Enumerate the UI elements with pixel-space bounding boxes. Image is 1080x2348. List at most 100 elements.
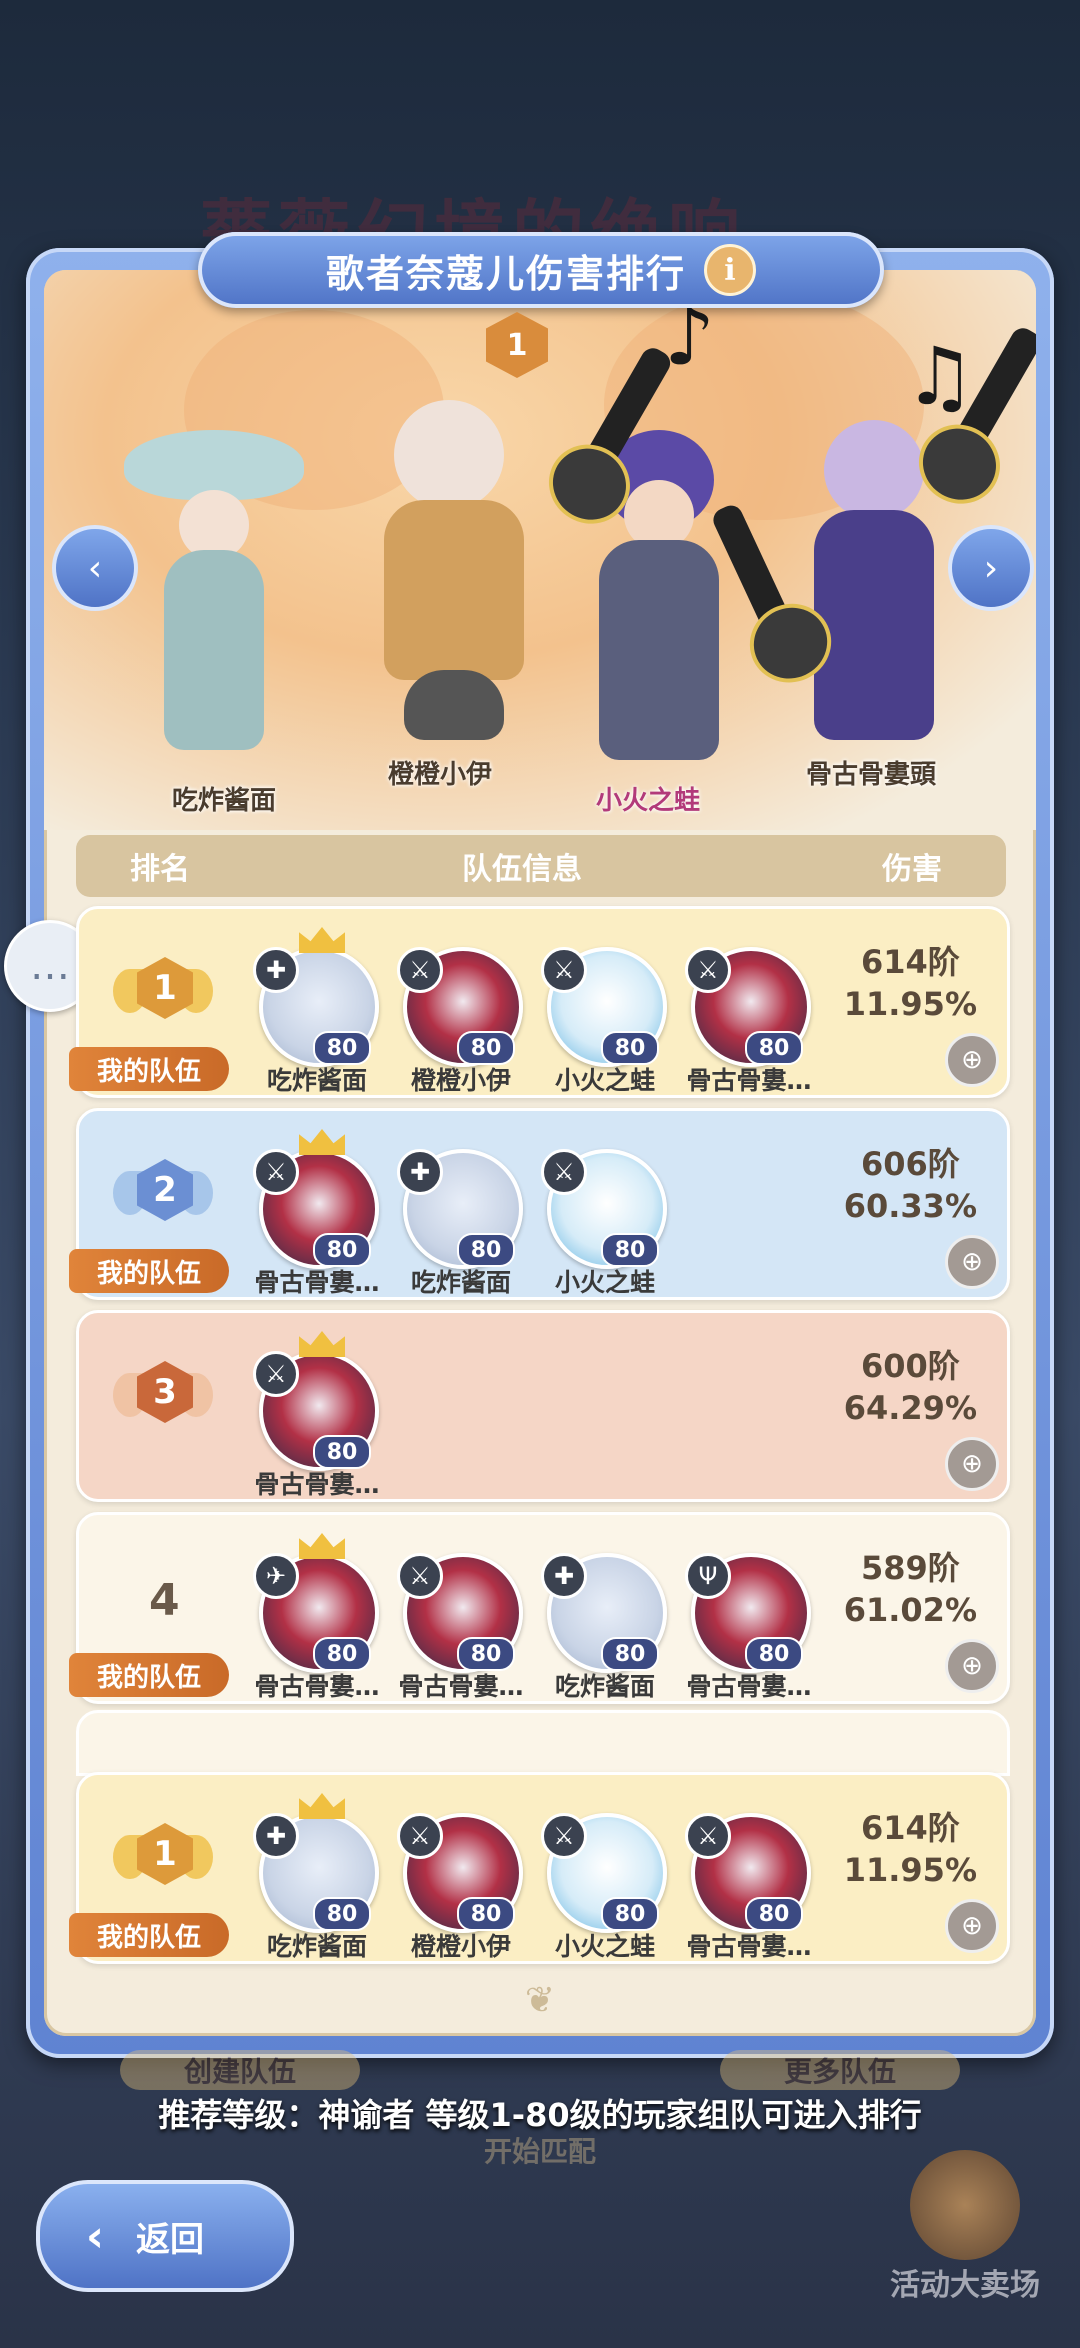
zoom-in-icon[interactable]: ⊕ [945, 1639, 999, 1693]
level-badge: 80 [745, 1637, 803, 1671]
my-team-tag: 我的队伍 [69, 1047, 229, 1091]
damage-percent: 60.33% [843, 1187, 977, 1225]
damage-tier: 600阶 [860, 1347, 960, 1385]
damage-value: 614阶 11.95% [844, 1807, 977, 1891]
character-figure-2[interactable] [364, 400, 534, 740]
character-figure-1[interactable] [124, 430, 304, 750]
level-badge: 80 [601, 1897, 659, 1931]
event-shop-button[interactable]: 活动大卖场 [870, 2150, 1060, 2330]
damage-tier: 614阶 [860, 943, 960, 981]
level-badge: 80 [601, 1233, 659, 1267]
rank-number: 2 [137, 1159, 193, 1221]
next-arrow-button[interactable]: › [948, 525, 1034, 611]
member-name: 小火之蛙 [554, 1932, 655, 1961]
crown-icon [299, 1331, 345, 1357]
event-shop-label: 活动大卖场 [890, 2268, 1040, 2303]
team-member[interactable]: ⚔ 80 小火之蛙 [535, 933, 675, 1095]
bronze-medal-icon: 3 [113, 1351, 213, 1441]
weapon-sword-icon: ⚔ [541, 1813, 587, 1859]
character-name-2: 橙橙小伊 [388, 760, 493, 790]
team-member[interactable]: ⚔ 80 橙橙小伊 [391, 933, 531, 1095]
weapon-sword-icon: ⚔ [685, 1813, 731, 1859]
table-row[interactable]: 4 我的队伍 ✈ 80 骨古骨婁… ⚔ 80 骨古骨婁… ✚ 80 吃炸酱面 Ψ… [69, 1512, 1010, 1704]
level-badge: 80 [457, 1031, 515, 1065]
gold-medal-icon: 1 [113, 947, 213, 1037]
team-member[interactable]: Ψ 80 骨古骨婁… [679, 1539, 819, 1701]
team-member[interactable]: ⚔ 80 骨古骨婁… [247, 1331, 387, 1499]
body [164, 550, 264, 750]
level-badge: 80 [313, 1031, 371, 1065]
table-header: 排名 队伍信息 伤害 [76, 835, 1006, 897]
boots [404, 670, 504, 740]
back-button[interactable]: ‹ 返回 [36, 2180, 294, 2292]
back-arrow-icon: ‹ [85, 2210, 105, 2262]
team-member[interactable]: ⚔ 80 小火之蛙 [535, 1135, 675, 1297]
weapon-sword-icon: ⚔ [541, 1149, 587, 1195]
gold-medal-icon: 1 [113, 1813, 213, 1903]
team-member[interactable]: ✚ 80 吃炸酱面 [247, 1793, 387, 1961]
more-teams-button[interactable]: 更多队伍 [720, 2050, 960, 2090]
member-name: 骨古骨婁… [254, 1672, 380, 1701]
team-member[interactable]: ⚔ 80 小火之蛙 [535, 1799, 675, 1961]
my-team-row[interactable]: 1 我的队伍 ✚ 80 吃炸酱面 ⚔ 80 橙橙小伊 ⚔ 80 小火之蛙 ⚔ 8… [69, 1772, 1010, 1964]
member-name: 吃炸酱面 [410, 1268, 511, 1297]
member-name: 吃炸酱面 [266, 1066, 367, 1095]
rank-number: 1 [137, 1823, 193, 1885]
weapon-trident-icon: Ψ [685, 1553, 731, 1599]
zoom-in-icon[interactable]: ⊕ [945, 1033, 999, 1087]
damage-value: 606阶 60.33% [844, 1143, 977, 1227]
damage-value: 600阶 64.29% [844, 1345, 977, 1429]
member-name: 橙橙小伊 [410, 1066, 511, 1095]
crown-icon [299, 1793, 345, 1819]
member-name: 骨古骨婁… [686, 1932, 812, 1961]
level-badge: 80 [745, 1031, 803, 1065]
recommend-level-text: 推荐等级：神谕者 等级1-80级的玩家组队可进入排行 [158, 2096, 922, 2134]
member-name: 骨古骨婁… [254, 1470, 380, 1499]
music-note-icon: ♫ [904, 330, 976, 423]
damage-tier: 589阶 [860, 1549, 960, 1587]
team-member[interactable]: ⚔ 80 骨古骨婁… [391, 1539, 531, 1701]
weapon-cross-icon: ✚ [397, 1149, 443, 1195]
level-badge: 80 [457, 1897, 515, 1931]
level-badge: 80 [313, 1897, 371, 1931]
body [814, 510, 934, 740]
table-row[interactable]: 3 ⚔ 80 骨古骨婁… 600阶 64.29% ⊕ [76, 1310, 1010, 1502]
team-member[interactable]: ✚ 80 吃炸酱面 [535, 1539, 675, 1701]
member-name: 橙橙小伊 [410, 1932, 511, 1961]
team-member[interactable]: ✚ 80 吃炸酱面 [391, 1135, 531, 1297]
character-name-4: 骨古骨婁頭 [806, 760, 937, 790]
hair [824, 420, 924, 520]
team-member[interactable]: ⚔ 80 骨古骨婁… [679, 1799, 819, 1961]
zoom-in-icon[interactable]: ⊕ [945, 1235, 999, 1289]
start-match-button[interactable]: 开始匹配 [440, 2130, 640, 2170]
level-badge: 80 [745, 1897, 803, 1931]
previous-arrow-button[interactable]: ‹ [52, 525, 138, 611]
body [599, 540, 719, 760]
damage-tier: 606阶 [860, 1145, 960, 1183]
team-member[interactable]: ⚔ 80 骨古骨婁… [679, 933, 819, 1095]
header-damage: 伤害 [882, 852, 942, 887]
member-name: 吃炸酱面 [266, 1932, 367, 1961]
crown-icon [299, 1129, 345, 1155]
info-icon[interactable]: i [704, 244, 756, 296]
team-member[interactable]: ✚ 80 吃炸酱面 [247, 927, 387, 1095]
weapon-cross-icon: ✚ [253, 1813, 299, 1859]
member-name: 骨古骨婁… [686, 1066, 812, 1095]
team-member[interactable]: ✈ 80 骨古骨婁… [247, 1533, 387, 1701]
weapon-sword-icon: ⚔ [253, 1351, 299, 1397]
team-member[interactable]: ⚔ 80 骨古骨婁… [247, 1129, 387, 1297]
treasure-bag-icon [910, 2150, 1020, 2260]
header-team: 队伍信息 [462, 852, 582, 887]
table-row[interactable]: 2 我的队伍 ⚔ 80 骨古骨婁… ✚ 80 吃炸酱面 ⚔ 80 小火之蛙 60… [69, 1108, 1010, 1300]
create-team-button[interactable]: 创建队伍 [120, 2050, 360, 2090]
panel-title: 歌者奈蔻儿伤害排行 [325, 251, 686, 296]
table-row[interactable]: 1 我的队伍 ✚ 80 吃炸酱面 ⚔ 80 橙橙小伊 ⚔ 80 小火之蛙 ⚔ 8… [69, 906, 1010, 1098]
weapon-plane-icon: ✈ [253, 1553, 299, 1599]
weapon-cross-icon: ✚ [541, 1553, 587, 1599]
zoom-in-icon[interactable]: ⊕ [945, 1437, 999, 1491]
zoom-in-icon[interactable]: ⊕ [945, 1899, 999, 1953]
damage-value: 614阶 11.95% [844, 941, 977, 1025]
team-member[interactable]: ⚔ 80 橙橙小伊 [391, 1799, 531, 1961]
character-name-1: 吃炸酱面 [172, 786, 277, 816]
member-name: 骨古骨婁… [686, 1672, 812, 1701]
